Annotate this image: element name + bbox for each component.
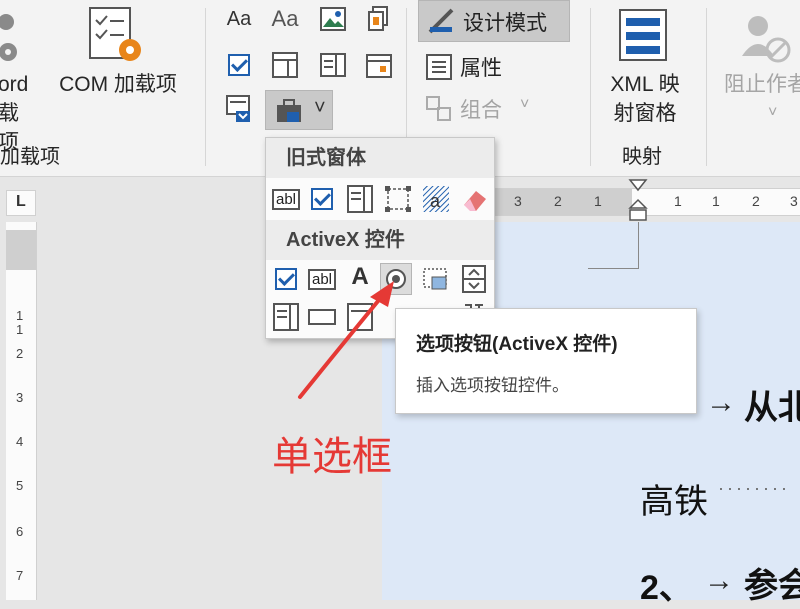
block-authors-button[interactable]: 阻止作者 (718, 70, 800, 99)
tooltip-title: 选项按钮(ActiveX 控件) (416, 334, 618, 355)
xml-mapping-icon (618, 8, 670, 64)
design-mode-button[interactable]: 设计模式 (418, 0, 570, 42)
ruler-mark: 3 (790, 193, 798, 209)
form-field-shading-button[interactable]: a (420, 183, 452, 215)
checkbox-icon (311, 188, 333, 210)
chevron-down-icon: ˅ (314, 97, 326, 119)
addins-group-label: 加载项 (0, 146, 60, 168)
ruler-mark: 6 (16, 524, 24, 539)
ruler-mark: 1 (594, 193, 602, 209)
frame-icon (385, 186, 411, 212)
ruler-mark: 4 (16, 434, 24, 449)
xml-mapping-pane-button[interactable]: XML 映 射窗格 (590, 70, 700, 128)
combo-box-content-control-icon[interactable] (270, 50, 300, 80)
block-authors-label: 阻止作者 (724, 73, 800, 96)
properties-icon (426, 54, 452, 80)
ruler-mark: 2 (554, 193, 562, 209)
group-icon (426, 96, 451, 121)
check-box-content-control-icon[interactable] (224, 50, 254, 80)
ruler-mark: 2 (752, 193, 760, 209)
ruler-mark: 1 (712, 193, 720, 209)
aa-text: Aa (226, 7, 252, 30)
svg-text:a: a (430, 191, 441, 211)
activex-spin-button[interactable] (458, 263, 490, 295)
com-addins-icon (86, 6, 144, 64)
ruler-mark: 1 (16, 322, 24, 337)
ruler-mark: 1 (16, 308, 24, 323)
mapping-group-label: 映射 (622, 146, 662, 168)
ruler-mark: 7 (16, 568, 24, 583)
drop-down-list-content-control-icon[interactable] (318, 50, 348, 80)
tooltip-description: 插入选项按钮控件。 (416, 376, 569, 395)
list-icon (347, 185, 373, 213)
properties-label: 属性 (460, 57, 502, 80)
design-ruler-icon (428, 8, 454, 34)
rich-text-content-control-icon[interactable]: Aa (224, 4, 254, 34)
repeating-section-control-icon[interactable] (224, 94, 254, 124)
checkbox-glyph (228, 54, 250, 76)
group-label: 组合 (460, 99, 502, 122)
line3-arrow: → (704, 564, 734, 597)
com-addins-label: COM 加载项 (59, 73, 177, 96)
gear-icon (0, 8, 20, 64)
activex-image-button[interactable] (420, 263, 452, 295)
xml-label-2: 射窗格 (613, 102, 677, 125)
design-mode-label: 设计模式 (463, 12, 547, 35)
text-field-icon: abl (271, 188, 301, 210)
image-icon (423, 268, 447, 290)
chevron-down-icon: ˅ (520, 96, 530, 113)
building-block-gallery-icon[interactable] (364, 4, 394, 34)
xml-label-1: XML 映 (610, 73, 680, 96)
annotation-arrow (298, 281, 394, 399)
tooltip: 选项按钮(ActiveX 控件) 插入选项按钮控件。 (395, 308, 697, 414)
ruler-corner-tab-selector[interactable]: L (6, 190, 36, 216)
vertical-ruler[interactable]: 1 1 2 3 4 5 6 7 (6, 222, 37, 600)
shading-icon: a (423, 186, 449, 212)
insert-frame-button[interactable] (382, 183, 414, 215)
spin-button-icon (462, 265, 486, 293)
properties-button[interactable]: 属性 (424, 50, 544, 84)
ruler-mark: 3 (514, 193, 522, 209)
plain-text-content-control-icon[interactable]: Aa (270, 4, 300, 34)
legacy-tools-dropdown-button[interactable]: ˅ (265, 90, 333, 130)
block-authors-icon (738, 10, 794, 66)
line1-arrow: → (706, 386, 736, 419)
toolbox-icon (277, 99, 301, 122)
line1-text: 从北 (744, 389, 800, 427)
ruler-margin-shade (6, 230, 36, 270)
eraser-icon (464, 191, 486, 211)
reset-form-fields-button[interactable] (458, 183, 490, 215)
ruler-mark: 2 (16, 346, 24, 361)
activex-header: ActiveX 控件 (266, 220, 494, 260)
aa-text-plain: Aa (271, 6, 299, 31)
annotation-label: 单选框 (272, 435, 392, 479)
line3-number: 2、 (640, 569, 693, 607)
ruler-mark: 3 (16, 390, 24, 405)
line2-dots: ········ (718, 478, 790, 498)
chevron-down-icon[interactable]: ˅ (768, 104, 777, 122)
legacy-check-box-button[interactable] (306, 183, 338, 215)
word-addins-label-1: ord (0, 73, 29, 96)
separator (706, 8, 707, 166)
ruler-mark: 5 (16, 478, 24, 493)
indent-marker[interactable] (628, 178, 648, 228)
date-picker-content-control-icon[interactable] (364, 50, 394, 80)
legacy-drop-down-button[interactable] (344, 183, 376, 215)
ruler-mark: 1 (674, 193, 682, 209)
com-addins-button[interactable]: COM 加载项 (48, 70, 188, 99)
picture-content-control-icon[interactable] (318, 4, 348, 34)
line2-text: 高铁 (640, 483, 708, 521)
group-button[interactable]: 组合 ˅ (424, 92, 544, 126)
margin-corner-mark (588, 222, 639, 269)
separator (205, 8, 206, 166)
tab-stop-glyph: L (16, 193, 26, 210)
legacy-forms-header: 旧式窗体 (266, 138, 494, 178)
legacy-text-form-field-button[interactable]: abl (270, 183, 302, 215)
